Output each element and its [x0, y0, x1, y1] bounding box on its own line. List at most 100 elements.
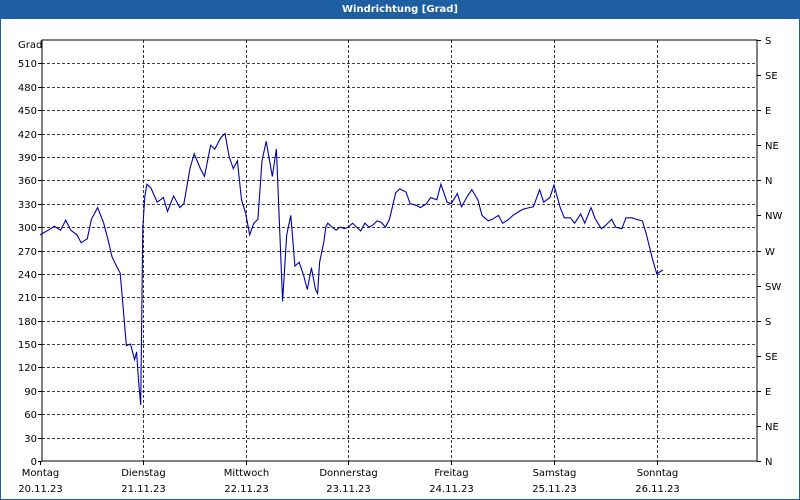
- data-point: [595, 218, 596, 219]
- data-point: [584, 223, 585, 224]
- grid-lines: [42, 40, 757, 461]
- data-point: [605, 225, 606, 226]
- data-point: [385, 227, 386, 228]
- y-tick-label: 270: [18, 247, 37, 258]
- data-point: [136, 351, 137, 352]
- data-point: [245, 213, 246, 214]
- data-point: [107, 238, 108, 239]
- data-point: [319, 262, 320, 263]
- y-right-tick-label: N: [765, 457, 772, 468]
- data-point: [229, 156, 230, 157]
- data-point: [204, 176, 205, 177]
- data-point: [677, 0, 678, 1]
- x-tick-day-label: Donnerstag: [319, 468, 377, 479]
- data-point: [518, 211, 519, 212]
- x-tick-date-label: 23.11.23: [326, 484, 371, 495]
- data-point: [632, 217, 633, 218]
- data-point: [276, 149, 277, 150]
- data-point: [461, 206, 462, 207]
- y-right-tick-label: S: [765, 36, 771, 47]
- y-axis-right-ticks: N NE E SE S SW W NW N NE E SE S: [757, 36, 782, 468]
- data-point: [543, 202, 544, 203]
- data-point: [642, 220, 643, 221]
- data-point: [253, 223, 254, 224]
- data-point: [673, 0, 674, 1]
- data-point: [364, 223, 365, 224]
- data-point: [214, 149, 215, 150]
- data-point: [257, 219, 258, 220]
- data-point: [235, 164, 236, 165]
- data-point: [420, 207, 421, 208]
- y-tick-label: 30: [24, 434, 37, 445]
- data-point: [426, 203, 427, 204]
- wind-direction-chart: Grad 0 30 60 90 120 150 180 210 240 270 300 330 360 3…: [18, 0, 783, 495]
- data-point: [356, 227, 357, 228]
- data-point: [97, 207, 98, 208]
- y-right-tick-label: SE: [765, 352, 778, 363]
- y-right-tick-label: NE: [765, 422, 779, 433]
- data-point: [210, 145, 211, 146]
- data-point: [126, 345, 127, 346]
- data-point: [290, 215, 291, 216]
- data-point: [163, 197, 164, 198]
- y-right-tick-label: NW: [765, 211, 782, 222]
- data-point: [440, 184, 441, 185]
- data-point: [636, 219, 637, 220]
- y-tick-label: 210: [18, 293, 37, 304]
- data-point: [368, 227, 369, 228]
- data-point: [237, 160, 238, 161]
- data-point: [574, 223, 575, 224]
- data-point: [734, 0, 735, 1]
- data-point: [749, 0, 750, 1]
- data-point: [389, 219, 390, 220]
- data-point: [523, 209, 524, 210]
- data-point: [625, 217, 626, 218]
- data-point: [70, 230, 71, 231]
- data-point: [317, 293, 318, 294]
- data-point: [399, 188, 400, 189]
- data-point: [54, 226, 55, 227]
- y-right-tick-label: E: [765, 387, 771, 398]
- series-line: [39, 132, 664, 405]
- data-point: [693, 0, 694, 1]
- data-point: [467, 195, 468, 196]
- data-point: [498, 215, 499, 216]
- y-tick-label: 450: [18, 106, 37, 117]
- data-point: [344, 228, 345, 229]
- data-point: [539, 189, 540, 190]
- y-tick-label: 420: [18, 130, 37, 141]
- data-point: [111, 256, 112, 257]
- data-point: [224, 133, 225, 134]
- data-point: [601, 228, 602, 229]
- y-tick-label: 390: [18, 153, 37, 164]
- data-point: [373, 224, 374, 225]
- data-point: [718, 0, 719, 1]
- data-point: [200, 168, 201, 169]
- data-point: [103, 223, 104, 224]
- data-point: [282, 301, 283, 302]
- data-point: [116, 265, 117, 266]
- data-point: [315, 289, 316, 290]
- data-point: [157, 202, 158, 203]
- data-point: [233, 168, 234, 169]
- data-point: [348, 227, 349, 228]
- data-point: [65, 220, 66, 221]
- data-point: [120, 273, 121, 274]
- x-tick-day-label: Sonntag: [637, 468, 679, 479]
- data-point: [560, 207, 561, 208]
- data-point: [757, 0, 758, 1]
- data-point: [656, 273, 657, 274]
- data-point: [761, 0, 762, 1]
- y-right-tick-label: SE: [765, 71, 778, 82]
- data-point: [738, 0, 739, 1]
- x-tick-date-label: 20.11.23: [18, 484, 63, 495]
- y-tick-label: 90: [24, 387, 37, 398]
- y-tick-label: 510: [18, 59, 37, 70]
- plot-area-border: [41, 39, 758, 462]
- data-point: [336, 230, 337, 231]
- data-point: [683, 0, 684, 1]
- y-tick-label: 60: [24, 410, 37, 421]
- data-point: [194, 153, 195, 154]
- data-point: [323, 242, 324, 243]
- y-right-tick-label: E: [765, 106, 771, 117]
